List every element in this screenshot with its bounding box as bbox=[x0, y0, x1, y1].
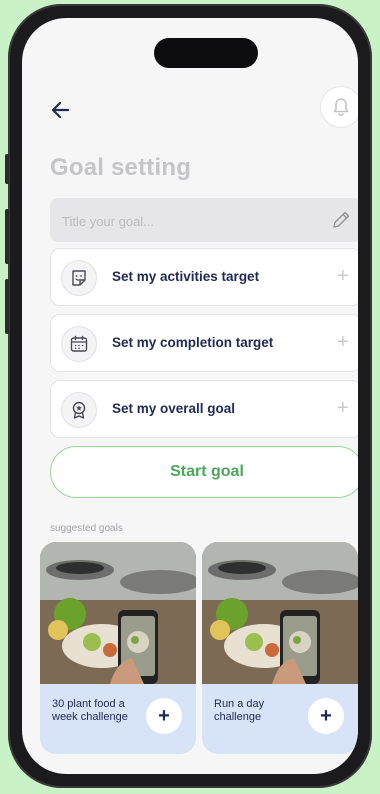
goal-title-field[interactable] bbox=[50, 198, 358, 242]
plus-icon[interactable]: + bbox=[337, 266, 349, 286]
phone-side-button bbox=[5, 154, 9, 184]
phone-frame: Goal setting Set my activities target + bbox=[5, 4, 372, 788]
notifications-button[interactable] bbox=[320, 86, 358, 128]
activities-target-option[interactable]: Set my activities target + bbox=[50, 248, 358, 306]
goal-title-input[interactable] bbox=[60, 210, 314, 232]
phone-side-button bbox=[5, 279, 9, 334]
option-label: Set my activities target bbox=[112, 269, 260, 284]
option-label: Set my completion target bbox=[112, 335, 274, 350]
back-button[interactable] bbox=[48, 98, 74, 122]
suggested-goal-card[interactable]: Run a day challenge + bbox=[202, 542, 358, 754]
app-screen: Goal setting Set my activities target + bbox=[22, 18, 358, 774]
plus-icon: + bbox=[158, 704, 170, 727]
page-title: Goal setting bbox=[50, 154, 192, 181]
add-goal-button[interactable]: + bbox=[146, 698, 182, 734]
suggested-goal-title: Run a day challenge bbox=[214, 698, 265, 723]
calendar-icon bbox=[61, 326, 97, 362]
suggested-goal-title: 30 plant food a week challenge bbox=[52, 698, 128, 723]
dynamic-island bbox=[154, 38, 258, 68]
award-badge-icon bbox=[61, 392, 97, 428]
plus-icon[interactable]: + bbox=[337, 398, 349, 418]
sticker-icon bbox=[61, 260, 97, 296]
add-goal-button[interactable]: + bbox=[308, 698, 344, 734]
start-goal-button[interactable]: Start goal bbox=[50, 446, 358, 498]
back-arrow-icon bbox=[51, 101, 70, 119]
food-photo-image bbox=[202, 542, 358, 684]
overall-goal-option[interactable]: Set my overall goal + bbox=[50, 380, 358, 438]
completion-target-option[interactable]: Set my completion target + bbox=[50, 314, 358, 372]
suggested-goals-heading: suggested goals bbox=[50, 523, 123, 534]
pencil-icon[interactable] bbox=[330, 209, 352, 231]
food-photo-image bbox=[40, 542, 196, 684]
bell-icon bbox=[333, 98, 349, 116]
option-label: Set my overall goal bbox=[112, 401, 236, 416]
phone-side-button bbox=[5, 209, 9, 264]
plus-icon[interactable]: + bbox=[337, 332, 349, 352]
suggested-goal-card[interactable]: 30 plant food a week challenge + bbox=[40, 542, 196, 754]
plus-icon: + bbox=[320, 704, 332, 727]
